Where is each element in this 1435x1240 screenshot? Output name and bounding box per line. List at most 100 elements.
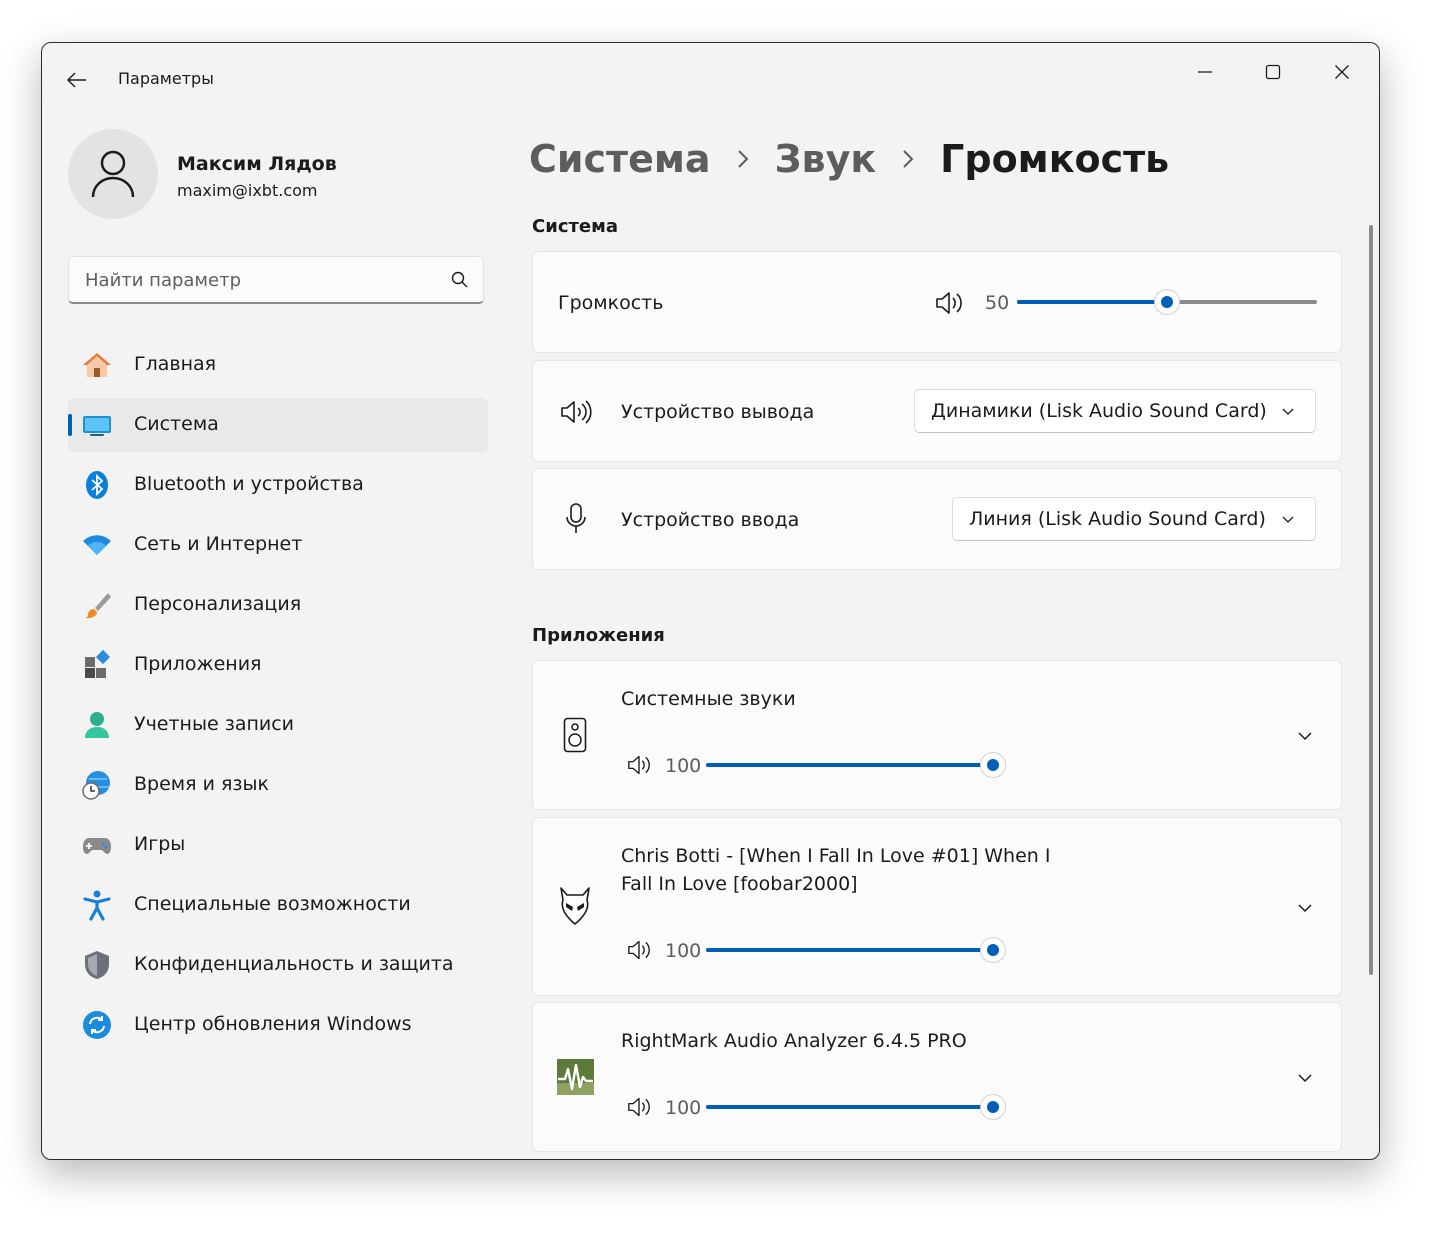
sidebar-item-label: Центр обновления Windows <box>134 1013 412 1035</box>
title-bar: Параметры <box>42 43 1379 115</box>
app-title: Параметры <box>118 69 214 88</box>
sidebar-item-windows-update[interactable]: Центр обновления Windows <box>68 998 488 1052</box>
account-icon <box>85 712 109 738</box>
maximize-button[interactable] <box>1243 49 1303 95</box>
breadcrumb-separator <box>711 149 775 169</box>
breadcrumb-sound[interactable]: Звук <box>775 137 877 181</box>
speaker-icon[interactable] <box>625 939 653 961</box>
slider-thumb[interactable] <box>981 1095 1005 1119</box>
section-header-system: Система <box>532 216 618 237</box>
app-volume-value: 100 <box>665 1097 702 1119</box>
page-title: Громкость <box>940 137 1170 181</box>
section-header-apps: Приложения <box>532 625 665 646</box>
app-name: Системные звуки <box>621 688 796 710</box>
sidebar-item-label: Приложения <box>134 653 262 675</box>
master-volume-card: Громкость 50 <box>532 251 1342 353</box>
chevron-down-icon <box>1282 516 1294 523</box>
app-name-line2: Fall In Love [foobar2000] <box>621 873 858 895</box>
sidebar-nav: Главная Система Bluetooth и устройства С <box>68 338 488 1058</box>
input-device-label: Устройство ввода <box>621 509 800 531</box>
input-device-dropdown[interactable]: Линия (Lisk Audio Sound Card) <box>952 497 1316 541</box>
gamepad-icon <box>83 838 111 854</box>
app-volume-card: Системные звуки 100 <box>532 660 1342 810</box>
sidebar-item-label: Конфиденциальность и защита <box>134 953 454 975</box>
chevron-down-icon <box>1282 408 1294 415</box>
sidebar-item-home[interactable]: Главная <box>68 338 488 392</box>
speaker-device-icon <box>563 717 587 753</box>
speaker-icon[interactable] <box>625 1096 653 1118</box>
foobar-alien-icon <box>560 887 590 925</box>
selection-indicator <box>68 414 72 436</box>
shield-icon <box>85 951 109 979</box>
output-device-label: Устройство вывода <box>621 401 815 423</box>
close-icon <box>1335 65 1349 79</box>
rightmark-icon <box>557 1059 594 1095</box>
wifi-icon <box>83 535 111 555</box>
speaker-icon[interactable] <box>625 754 653 776</box>
sidebar-item-bluetooth[interactable]: Bluetooth и устройства <box>68 458 488 512</box>
sidebar-item-label: Сеть и Интернет <box>134 533 303 555</box>
search-input[interactable] <box>83 257 427 304</box>
input-device-card: Устройство ввода Линия (Lisk Audio Sound… <box>532 468 1342 570</box>
microphone-icon <box>566 503 586 533</box>
sidebar-item-accounts[interactable]: Учетные записи <box>68 698 488 752</box>
settings-window: Параметры Максим Лядов maxim@ixbt.com На… <box>41 42 1380 1160</box>
chevron-down-icon <box>1298 904 1312 913</box>
breadcrumb: Система Звук Громкость <box>529 129 1169 189</box>
speaker-icon[interactable] <box>934 290 964 316</box>
sidebar-item-privacy[interactable]: Конфиденциальность и защита <box>68 938 488 992</box>
user-profile[interactable]: Максим Лядов maxim@ixbt.com <box>68 129 488 221</box>
slider-thumb[interactable] <box>1155 290 1179 314</box>
app-volume-slider[interactable] <box>706 1095 1005 1119</box>
user-email: maxim@ixbt.com <box>177 181 318 200</box>
sidebar-item-time-language[interactable]: Время и язык <box>68 758 488 812</box>
sidebar-item-label: Учетные записи <box>134 713 295 735</box>
expand-button[interactable] <box>1290 721 1320 751</box>
output-device-dropdown[interactable]: Динамики (Lisk Audio Sound Card) <box>914 389 1316 433</box>
breadcrumb-separator <box>876 149 940 169</box>
app-volume-slider[interactable] <box>706 938 1005 962</box>
slider-thumb[interactable] <box>981 753 1005 777</box>
app-volume-card: Chris Botti - [When I Fall In Love #01] … <box>532 817 1342 996</box>
maximize-icon <box>1265 64 1281 80</box>
chevron-right-icon <box>737 150 748 168</box>
sidebar-item-gaming[interactable]: Игры <box>68 818 488 872</box>
minimize-icon <box>1198 71 1212 73</box>
apps-icon <box>85 649 111 678</box>
expand-button[interactable] <box>1290 893 1320 923</box>
sidebar-item-label: Система <box>134 413 219 435</box>
sidebar-item-personalization[interactable]: Персонализация <box>68 578 488 632</box>
app-name-line1: Chris Botti - [When I Fall In Love #01] … <box>621 845 1051 867</box>
accessibility-icon <box>83 890 111 921</box>
update-icon <box>83 1011 111 1039</box>
sidebar-item-apps[interactable]: Приложения <box>68 638 488 692</box>
chevron-down-icon <box>1298 732 1312 741</box>
expand-button[interactable] <box>1290 1063 1320 1093</box>
chevron-down-icon <box>1298 1074 1312 1083</box>
sidebar-item-network[interactable]: Сеть и Интернет <box>68 518 488 572</box>
app-volume-slider[interactable] <box>706 753 1005 777</box>
sidebar-item-accessibility[interactable]: Специальные возможности <box>68 878 488 932</box>
slider-fill <box>706 948 993 952</box>
monitor-icon <box>83 416 111 436</box>
slider-fill <box>706 1105 993 1109</box>
slider-fill <box>1017 300 1167 304</box>
search-icon[interactable] <box>450 270 470 290</box>
search-box[interactable] <box>68 256 484 304</box>
avatar <box>68 129 158 219</box>
back-button[interactable] <box>62 65 92 95</box>
slider-fill <box>706 763 993 767</box>
close-button[interactable] <box>1312 49 1372 95</box>
minimize-button[interactable] <box>1175 49 1235 95</box>
bluetooth-icon <box>86 471 108 499</box>
home-icon <box>83 353 111 377</box>
volume-slider[interactable] <box>1017 290 1317 314</box>
sidebar-item-system[interactable]: Система <box>68 398 488 452</box>
breadcrumb-system[interactable]: Система <box>529 137 711 181</box>
app-volume-card: RightMark Audio Analyzer 6.4.5 PRO 100 <box>532 1002 1342 1152</box>
slider-thumb[interactable] <box>981 938 1005 962</box>
scrollbar[interactable] <box>1369 225 1373 975</box>
brush-icon <box>84 593 111 619</box>
back-arrow-icon <box>67 72 86 88</box>
volume-value: 50 <box>985 292 1010 314</box>
